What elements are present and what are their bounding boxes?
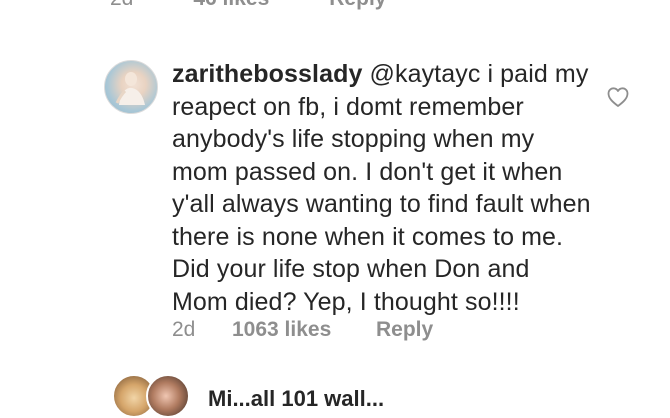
previous-comment-likes[interactable]: 46 likes [193, 0, 269, 11]
comment-text: i paid my reapect on fb, i domt remember… [172, 60, 591, 316]
previous-comment-time: 2d [110, 0, 133, 11]
heart-outline-icon[interactable] [606, 85, 630, 109]
reply-button[interactable]: Reply [376, 318, 433, 342]
previous-comment-meta: 2d 46 likes Reply [110, 0, 386, 14]
previous-comment-reply-button[interactable]: Reply [329, 0, 386, 11]
comment-meta: 2d 1063 likes Reply [172, 318, 433, 342]
avatar-image [115, 72, 145, 105]
comment-mention[interactable]: @kaytayc [370, 60, 481, 88]
avatar[interactable] [146, 374, 190, 418]
next-comment-avatars[interactable] [112, 374, 202, 418]
comment-body: zarithebosslady @kaytayc i paid my reape… [172, 58, 592, 318]
next-comment-username[interactable]: Mi...all 101 wall... [208, 386, 384, 412]
comment-username[interactable]: zarithebosslady [172, 60, 362, 88]
comment-likes[interactable]: 1063 likes [232, 318, 376, 342]
avatar[interactable] [104, 60, 158, 114]
comment-time: 2d [172, 318, 196, 341]
